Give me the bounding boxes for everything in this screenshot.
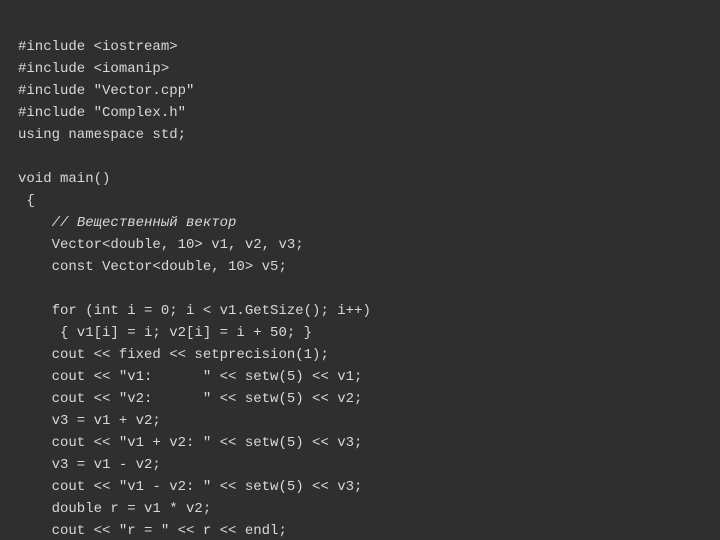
code-block: #include <iostream> #include <iomanip> #… — [0, 0, 720, 540]
code-line: // Вещественный вектор — [18, 215, 236, 231]
code-comment: // Вещественный вектор — [52, 215, 237, 231]
code-line: Vector<double, 10> v1, v2, v3; — [18, 237, 304, 253]
code-line: void main() — [18, 171, 110, 187]
code-line: v3 = v1 - v2; — [18, 457, 161, 473]
code-line: #include <iostream> — [18, 39, 178, 55]
code-line: #include <iomanip> — [18, 61, 169, 77]
code-line: #include "Complex.h" — [18, 105, 186, 121]
code-line: #include "Vector.cpp" — [18, 83, 194, 99]
code-line: double r = v1 * v2; — [18, 501, 211, 517]
code-line: cout << "r = " << r << endl; — [18, 523, 287, 539]
code-line: v3 = v1 + v2; — [18, 413, 161, 429]
code-line: cout << "v1: " << setw(5) << v1; — [18, 369, 362, 385]
code-line: cout << "v2: " << setw(5) << v2; — [18, 391, 362, 407]
code-line: { v1[i] = i; v2[i] = i + 50; } — [18, 325, 312, 341]
code-line: cout << fixed << setprecision(1); — [18, 347, 329, 363]
code-line: for (int i = 0; i < v1.GetSize(); i++) — [18, 303, 371, 319]
code-line: const Vector<double, 10> v5; — [18, 259, 287, 275]
code-line: cout << "v1 + v2: " << setw(5) << v3; — [18, 435, 362, 451]
code-line: using namespace std; — [18, 127, 186, 143]
code-line: { — [18, 193, 35, 209]
code-line: cout << "v1 - v2: " << setw(5) << v3; — [18, 479, 362, 495]
